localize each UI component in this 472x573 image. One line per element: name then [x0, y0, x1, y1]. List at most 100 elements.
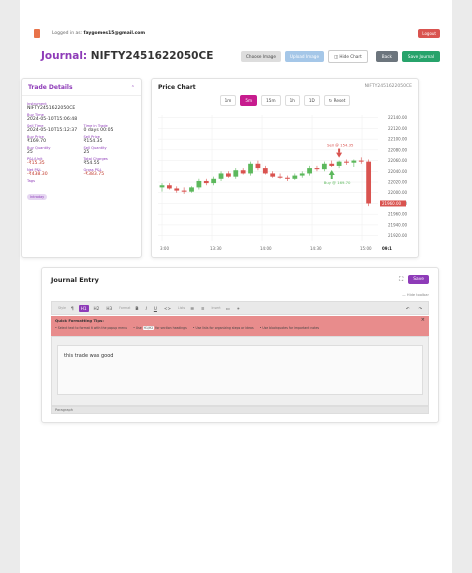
sell-annotation: Sell @ 154.35: [327, 143, 354, 148]
trade-details-grid: Sell Time 2024-05-10T15:12:37 Time in Tra…: [27, 122, 136, 177]
history-controls: ↶ ↷: [404, 305, 424, 312]
close-icon[interactable]: ×: [421, 317, 425, 323]
candle: [299, 173, 305, 176]
candle: [336, 161, 342, 166]
h2-button[interactable]: H2: [92, 305, 102, 312]
tip-item: • Select text to format it with the popu…: [55, 326, 128, 330]
save-journal-button[interactable]: Save Journal: [401, 50, 440, 62]
formatting-tips: Quick Formatting Tips: × • Select text t…: [51, 316, 429, 336]
hide-chart-label: Hide Chart: [339, 53, 362, 59]
candle: [307, 168, 312, 174]
timeframe-1m[interactable]: 1m: [219, 95, 237, 106]
price-chart-card: Price Chart NIFTY2451622050CE 1m 5m 15m …: [151, 78, 419, 258]
underline-icon[interactable]: U: [152, 305, 159, 312]
title-symbol: NIFTY2451622050CE: [90, 50, 214, 62]
y-tick-label: 22000.00: [388, 190, 408, 195]
tip-kbd: H1/H2: [142, 326, 155, 330]
instrument-value: NIFTY2451622050CE: [27, 106, 76, 111]
y-tick-label: 21960.00: [388, 212, 408, 217]
redo-icon[interactable]: ↷: [416, 305, 424, 312]
buy-marker-stem: [330, 175, 333, 180]
italic-icon[interactable]: I: [144, 305, 149, 312]
quote-icon[interactable]: ▭: [224, 305, 232, 312]
trade-details-body: Instrument NIFTY2451622050CE Buy Time 20…: [22, 96, 141, 206]
candle: [211, 178, 217, 184]
y-tick-label: 22060.00: [388, 158, 408, 163]
tip-item: • Use blockquotes for important notes: [259, 326, 319, 330]
x-tick-label: 13:30: [210, 246, 222, 251]
undo-icon[interactable]: ↶: [404, 305, 412, 312]
tags-label: Tags: [27, 179, 35, 183]
x-tick-label: 14:30: [310, 246, 322, 251]
paragraph-button[interactable]: ¶: [69, 305, 76, 312]
x-tick-label: 14:00: [260, 246, 272, 251]
hide-toolbar-link[interactable]: — Hide toolbar: [402, 293, 429, 297]
logged-in-prefix: Logged in as:: [52, 30, 83, 36]
candle: [181, 190, 187, 192]
hide-chart-button[interactable]: ◫ Hide Chart: [328, 49, 368, 63]
reset-button[interactable]: ↻ Reset: [323, 95, 351, 106]
timeframe-15m[interactable]: 15m: [261, 95, 281, 106]
choose-image-button[interactable]: Choose Image: [241, 50, 281, 62]
expand-icon[interactable]: ⛶: [399, 276, 403, 284]
format-label: Format: [119, 306, 131, 310]
candle: [166, 185, 172, 189]
code-icon[interactable]: <>: [162, 305, 173, 312]
timeframe-5m[interactable]: 5m: [240, 95, 258, 106]
h1-button[interactable]: H1: [78, 304, 89, 312]
tip-text: • Use: [133, 326, 142, 330]
editor-content[interactable]: this trade was good: [57, 345, 423, 395]
journal-save-button[interactable]: Save: [408, 275, 429, 284]
candle: [255, 163, 261, 169]
lists-label: Lists: [177, 306, 186, 310]
editor-toolbar: Style ¶ H1 H2 H3 Format B I U <> Lists ☰…: [51, 301, 429, 315]
chevron-up-icon[interactable]: ⌃: [131, 85, 135, 91]
bold-icon[interactable]: B: [133, 305, 140, 312]
price-chart-symbol: NIFTY2451622050CE: [364, 84, 412, 89]
candle: [292, 175, 298, 179]
journal-entry-actions: ⛶ Save: [399, 275, 429, 284]
back-button[interactable]: Back: [375, 50, 398, 62]
y-tick-label: 22120.00: [388, 126, 408, 131]
gross-pl-value: -₹383.75: [83, 172, 105, 177]
y-tick-label: 21940.00: [388, 222, 408, 227]
editor-area: this trade was good: [51, 336, 429, 406]
candle: [174, 188, 180, 191]
candle: [329, 163, 335, 166]
upload-image-button[interactable]: Upload Image: [284, 50, 325, 62]
link-icon[interactable]: ⚭: [235, 305, 243, 312]
tips-title: Quick Formatting Tips:: [55, 318, 104, 323]
candle: [358, 160, 364, 162]
timeframe-selector: 1m 5m 15m 1h 1D ↻ Reset: [152, 95, 418, 106]
tips-list: • Select text to format it with the popu…: [55, 326, 425, 330]
h3-button[interactable]: H3: [104, 305, 114, 312]
journal-entry-title: Journal Entry: [51, 275, 99, 284]
candle: [314, 168, 320, 170]
candle: [203, 180, 209, 184]
journal-entry-header: Journal Entry ⛶ Save: [42, 268, 438, 291]
hide-toolbar-label: Hide toolbar: [406, 293, 429, 297]
y-tick-label: 22040.00: [388, 169, 408, 174]
sell-marker-stem: [338, 148, 341, 153]
timeframe-1d[interactable]: 1D: [303, 95, 320, 106]
y-tick-label: 22080.00: [388, 147, 408, 152]
candle: [321, 163, 327, 170]
candle: [189, 187, 194, 192]
numbered-list-icon[interactable]: ≡: [199, 305, 207, 312]
chart-icon: ◫: [334, 53, 338, 59]
timeframe-1h[interactable]: 1h: [284, 95, 300, 106]
y-tick-label: 21920.00: [388, 233, 408, 238]
net-pl-value: -₹438.30: [27, 172, 48, 177]
candlestick-chart[interactable]: 22140.00 22120.00 22100.00 22080.00 22060.00…: [156, 113, 416, 253]
candle: [262, 168, 268, 174]
logout-button[interactable]: Logout: [418, 28, 440, 38]
candle: [366, 161, 372, 204]
reset-label: Reset: [333, 98, 346, 103]
journal-entry-card: Journal Entry ⛶ Save — Hide toolbar Styl…: [41, 267, 439, 423]
candle: [248, 163, 253, 174]
candle: [226, 173, 231, 177]
trade-details-header[interactable]: Trade Details ⌃: [22, 79, 141, 96]
price-chart-header: Price Chart NIFTY2451622050CE: [152, 79, 418, 91]
bullet-list-icon[interactable]: ☰: [188, 305, 196, 312]
style-label: Style: [58, 306, 67, 310]
